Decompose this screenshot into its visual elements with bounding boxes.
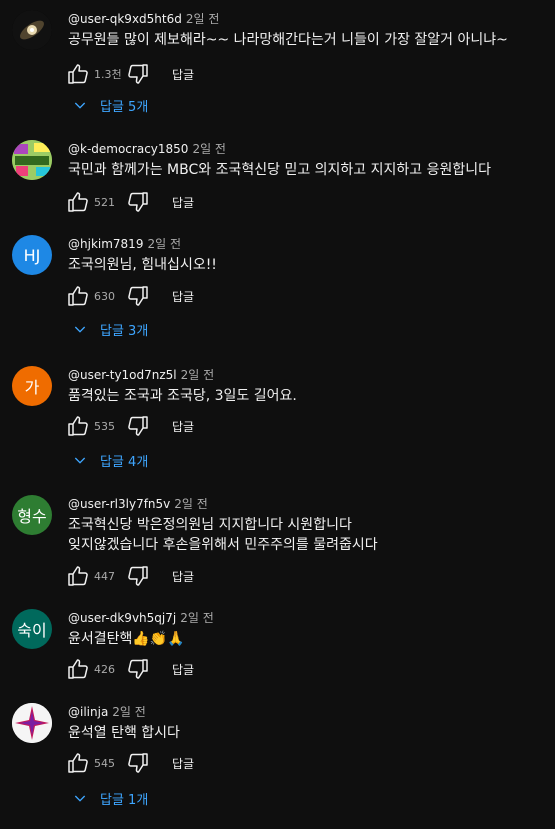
comment-actions: 447 답글 bbox=[66, 564, 194, 588]
reply-button[interactable]: 답글 bbox=[172, 661, 194, 678]
thumb-down-icon[interactable] bbox=[126, 657, 150, 681]
reply-button[interactable]: 답글 bbox=[172, 66, 194, 83]
like-count: 535 bbox=[94, 419, 115, 433]
galaxy-avatar-image bbox=[12, 10, 52, 50]
avatar[interactable]: 가 bbox=[12, 366, 52, 406]
comment-time[interactable]: 2일 전 bbox=[192, 142, 226, 156]
thumb-up-icon[interactable] bbox=[66, 62, 90, 86]
reply-button[interactable]: 답글 bbox=[172, 755, 194, 772]
comment-meta: @user-ty1od7nz5l 2일 전 bbox=[68, 366, 214, 383]
comment-actions: 1.3천 답글 bbox=[66, 62, 194, 86]
avatar[interactable]: 숙이 bbox=[12, 609, 52, 649]
comment-time[interactable]: 2일 전 bbox=[147, 237, 181, 251]
comment-text: 국민과 함께가는 MBC와 조국혁신당 믿고 의지하고 지지하고 응원합니다 bbox=[68, 162, 492, 178]
comment-thread: 가 @user-ty1od7nz5l 2일 전 품격있는 조국과 조국당, 3일도… bbox=[0, 366, 555, 471]
star-logo-avatar-image bbox=[12, 703, 52, 743]
author-name[interactable]: @ilinja bbox=[68, 705, 108, 719]
comment-meta: @user-dk9vh5qj7j 2일 전 bbox=[68, 609, 214, 626]
reply-button[interactable]: 답글 bbox=[172, 418, 194, 435]
comment-text: 조국의원님, 힘내십시오!! bbox=[68, 257, 217, 273]
comment-thread: HJ @hjkim7819 2일 전 조국의원님, 힘내십시오!! 630 답글 … bbox=[0, 235, 555, 340]
like-count: 521 bbox=[94, 195, 115, 209]
replies-label: 답글 3개 bbox=[100, 323, 149, 339]
comment-time[interactable]: 2일 전 bbox=[180, 611, 214, 625]
comment-thread: @ilinja 2일 전 윤석열 탄핵 합시다 545 답글 답글 1개 bbox=[0, 703, 555, 813]
comment-thread: @user-qk9xd5ht6d 2일 전 공무원들 많이 제보해라~~ 나라망해… bbox=[0, 10, 555, 115]
avatar[interactable] bbox=[12, 10, 52, 50]
avatar-initials: 형수 bbox=[17, 507, 47, 526]
reply-button[interactable]: 답글 bbox=[172, 568, 194, 585]
thumb-up-icon[interactable] bbox=[66, 190, 90, 214]
comment-text: 조국혁신당 박은정의원님 지지합니다 시원합니다 잊지않겠습니다 후손을위해서 … bbox=[68, 515, 548, 555]
like-count: 1.3천 bbox=[94, 68, 122, 81]
chevron-down-icon bbox=[72, 790, 88, 806]
author-name[interactable]: @user-rl3ly7fn5v bbox=[68, 497, 170, 511]
avatar[interactable] bbox=[12, 703, 52, 743]
comment-time[interactable]: 2일 전 bbox=[174, 497, 208, 511]
view-replies-button[interactable]: 답글 4개 bbox=[72, 450, 148, 470]
like-count: 426 bbox=[94, 662, 115, 676]
author-name[interactable]: @user-qk9xd5ht6d bbox=[68, 12, 182, 26]
view-replies-button[interactable]: 답글 3개 bbox=[72, 319, 148, 339]
avatar-initials: 가 bbox=[24, 378, 40, 397]
like-count: 447 bbox=[94, 569, 115, 583]
chevron-down-icon bbox=[72, 452, 88, 468]
thumb-down-icon[interactable] bbox=[126, 284, 150, 308]
avatar-initials: HJ bbox=[23, 245, 41, 265]
thumb-up-icon[interactable] bbox=[66, 414, 90, 438]
comment-text: 품격있는 조국과 조국당, 3일도 길어요. bbox=[68, 388, 297, 404]
replies-label: 답글 4개 bbox=[100, 454, 149, 470]
comment-meta: @ilinja 2일 전 bbox=[68, 703, 146, 720]
comment-meta: @k-democracy1850 2일 전 bbox=[68, 140, 226, 157]
comment-time[interactable]: 2일 전 bbox=[186, 12, 220, 26]
comment-text: 윤서결탄핵👍👏🙏 bbox=[68, 631, 185, 647]
thumb-down-icon[interactable] bbox=[126, 414, 150, 438]
like-count: 545 bbox=[94, 756, 115, 770]
avatar-initials: 숙이 bbox=[17, 621, 47, 640]
thumb-up-icon[interactable] bbox=[66, 284, 90, 308]
chevron-down-icon bbox=[72, 97, 88, 113]
avatar[interactable]: HJ bbox=[12, 235, 52, 275]
comment-meta: @user-rl3ly7fn5v 2일 전 bbox=[68, 495, 208, 512]
comment-text: 공무원들 많이 제보해라~~ 나라망해간다는거 니들이 가장 잘알거 아니냐~ bbox=[68, 32, 508, 48]
comment-thread: @k-democracy1850 2일 전 국민과 함께가는 MBC와 조국혁신당… bbox=[0, 140, 555, 215]
reply-button[interactable]: 답글 bbox=[172, 194, 194, 211]
view-replies-button[interactable]: 답글 1개 bbox=[72, 788, 148, 808]
k-democracy-avatar-image bbox=[12, 140, 52, 180]
author-name[interactable]: @user-dk9vh5qj7j bbox=[68, 611, 176, 625]
author-name[interactable]: @hjkim7819 bbox=[68, 237, 143, 251]
comment-time[interactable]: 2일 전 bbox=[112, 705, 146, 719]
author-name[interactable]: @k-democracy1850 bbox=[68, 142, 188, 156]
thumb-up-icon[interactable] bbox=[66, 657, 90, 681]
comment-meta: @user-qk9xd5ht6d 2일 전 bbox=[68, 10, 219, 27]
comment-thread: 형수 @user-rl3ly7fn5v 2일 전 조국혁신당 박은정의원님 지지합… bbox=[0, 495, 555, 590]
author-name[interactable]: @user-ty1od7nz5l bbox=[68, 368, 177, 382]
comment-actions: 521 답글 bbox=[66, 190, 194, 214]
comment-time[interactable]: 2일 전 bbox=[181, 368, 215, 382]
chevron-down-icon bbox=[72, 321, 88, 337]
replies-label: 답글 5개 bbox=[100, 99, 149, 115]
comment-text: 윤석열 탄핵 합시다 bbox=[68, 725, 180, 741]
thumb-down-icon[interactable] bbox=[126, 62, 150, 86]
thumb-up-icon[interactable] bbox=[66, 564, 90, 588]
reply-button[interactable]: 답글 bbox=[172, 288, 194, 305]
thumb-down-icon[interactable] bbox=[126, 564, 150, 588]
like-count: 630 bbox=[94, 289, 115, 303]
comment-text-line: 조국혁신당 박은정의원님 지지합니다 시원합니다 bbox=[68, 517, 352, 533]
comment-actions: 630 답글 bbox=[66, 284, 194, 308]
comment-text-line: 잊지않겠습니다 후손을위해서 민주주의를 물려줍시다 bbox=[68, 537, 378, 553]
thumb-down-icon[interactable] bbox=[126, 190, 150, 214]
avatar[interactable]: 형수 bbox=[12, 495, 52, 535]
comment-actions: 545 답글 bbox=[66, 751, 194, 775]
comment-meta: @hjkim7819 2일 전 bbox=[68, 235, 181, 252]
comment-actions: 426 답글 bbox=[66, 657, 194, 681]
thumb-down-icon[interactable] bbox=[126, 751, 150, 775]
view-replies-button[interactable]: 답글 5개 bbox=[72, 95, 148, 115]
comment-actions: 535 답글 bbox=[66, 414, 194, 438]
replies-label: 답글 1개 bbox=[100, 792, 149, 808]
thumb-up-icon[interactable] bbox=[66, 751, 90, 775]
avatar[interactable] bbox=[12, 140, 52, 180]
comment-thread: 숙이 @user-dk9vh5qj7j 2일 전 윤서결탄핵👍👏🙏 426 답글 bbox=[0, 609, 555, 684]
